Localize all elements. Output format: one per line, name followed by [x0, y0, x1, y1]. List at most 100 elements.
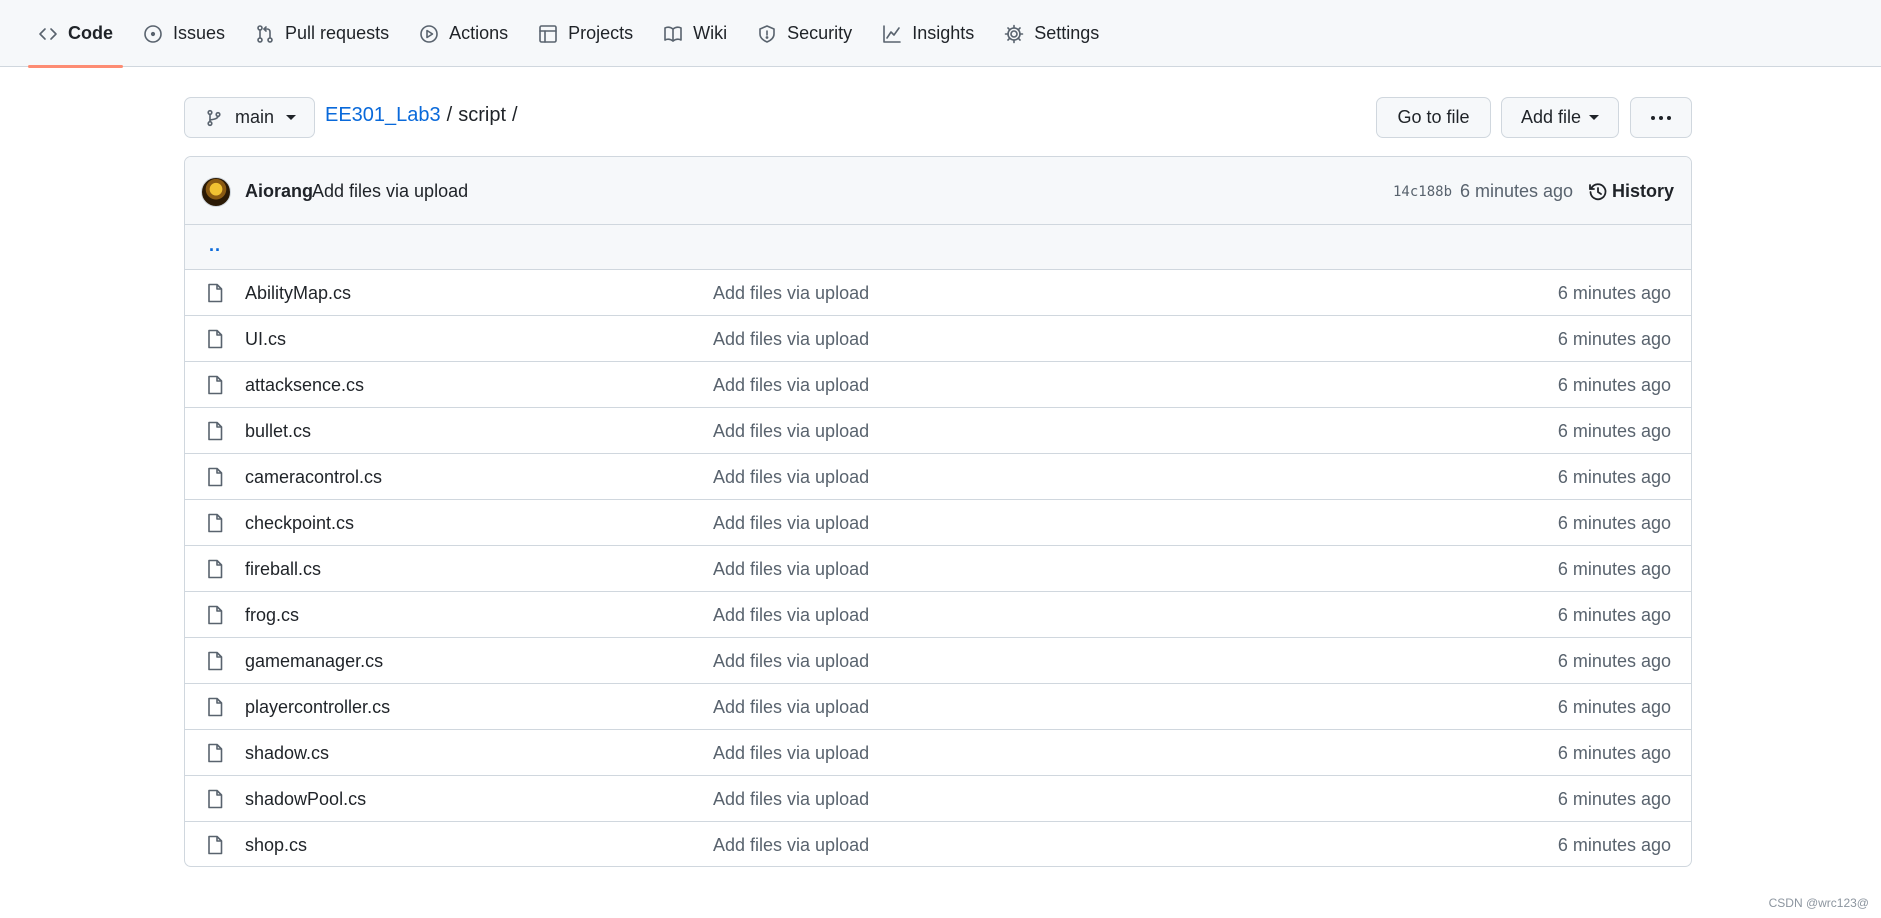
- file-commit-message[interactable]: Add files via upload: [713, 375, 869, 396]
- commit-sha[interactable]: 14c188b: [1393, 184, 1452, 200]
- tab-settings[interactable]: Settings: [994, 0, 1109, 67]
- file-commit-time: 6 minutes ago: [1557, 697, 1671, 717]
- branch-icon: [207, 109, 221, 126]
- repo-nav: Code Issues Pull requests Actions Projec…: [0, 0, 1881, 68]
- tab-insights-label: Insights: [912, 23, 975, 43]
- tab-projects[interactable]: Projects: [528, 0, 643, 67]
- tab-security-label: Security: [787, 23, 853, 43]
- repo-nav-list: Code Issues Pull requests Actions Projec…: [28, 0, 1109, 68]
- file-commit-message[interactable]: Add files via upload: [713, 651, 869, 672]
- breadcrumb-repo-link[interactable]: EE301_Lab3: [325, 104, 441, 127]
- breadcrumb: EE301_Lab3 / script /: [325, 104, 524, 127]
- file-name-link[interactable]: shop.cs: [245, 835, 307, 856]
- file-commit-message[interactable]: Add files via upload: [713, 467, 869, 488]
- parent-directory-row[interactable]: ..: [185, 225, 1691, 270]
- tab-wiki[interactable]: Wiki: [653, 0, 737, 67]
- table-icon: [538, 24, 558, 44]
- file-icon: [206, 651, 224, 671]
- file-commit-message[interactable]: Add files via upload: [713, 513, 869, 534]
- file-icon: [206, 375, 224, 395]
- file-row[interactable]: attacksence.cs Add files via upload 6 minu…: [185, 362, 1691, 408]
- commit-message[interactable]: Add files via upload: [312, 181, 468, 202]
- branch-selector-button[interactable]: main: [184, 97, 315, 138]
- file-commit-message[interactable]: Add files via upload: [713, 697, 869, 718]
- file-commit-time: 6 minutes ago: [1557, 467, 1671, 487]
- gear-icon: [1004, 24, 1024, 44]
- commit-author[interactable]: Aiorang: [245, 181, 313, 202]
- tab-settings-label: Settings: [1034, 23, 1100, 43]
- file-list: AbilityMap.cs Add files via upload 6 minut…: [185, 270, 1691, 866]
- file-name-link[interactable]: checkpoint.cs: [245, 513, 354, 534]
- tab-code-label: Code: [68, 23, 113, 43]
- file-name-link[interactable]: playercontroller.cs: [245, 697, 390, 718]
- file-commit-message[interactable]: Add files via upload: [713, 421, 869, 442]
- file-commit-message[interactable]: Add files via upload: [713, 605, 869, 626]
- file-commit-time: 6 minutes ago: [1557, 835, 1671, 855]
- graph-icon: [882, 24, 902, 44]
- file-commit-time: 6 minutes ago: [1557, 789, 1671, 809]
- tab-insights[interactable]: Insights: [872, 0, 984, 67]
- tab-pull-requests[interactable]: Pull requests: [245, 0, 399, 67]
- file-commit-message[interactable]: Add files via upload: [713, 283, 869, 304]
- chevron-down-icon: [1589, 115, 1600, 120]
- latest-commit-bar: Aiorang Add files via upload 14c188b 6 m…: [185, 157, 1691, 225]
- history-button[interactable]: History: [1588, 181, 1674, 202]
- tab-projects-label: Projects: [568, 23, 634, 43]
- file-commit-time: 6 minutes ago: [1557, 605, 1671, 625]
- file-name-link[interactable]: shadowPool.cs: [245, 789, 366, 810]
- file-row[interactable]: shop.cs Add files via upload 6 minutes ago: [185, 822, 1691, 866]
- file-name-link[interactable]: frog.cs: [245, 605, 299, 626]
- file-row[interactable]: shadowPool.cs Add files via upload 6 minut…: [185, 776, 1691, 822]
- file-row[interactable]: playercontroller.cs Add files via upload 6…: [185, 684, 1691, 730]
- chevron-down-icon: [286, 115, 297, 120]
- book-icon: [663, 24, 683, 44]
- file-icon: [206, 421, 224, 441]
- tab-actions[interactable]: Actions: [409, 0, 518, 67]
- parent-directory-link[interactable]: ..: [209, 235, 221, 256]
- file-commit-time: 6 minutes ago: [1557, 743, 1671, 763]
- breadcrumb-separator: /: [446, 104, 453, 126]
- code-icon: [38, 24, 58, 44]
- file-commit-message[interactable]: Add files via upload: [713, 559, 869, 580]
- kebab-horizontal-icon: [1651, 115, 1671, 120]
- issue-icon: [143, 24, 163, 44]
- file-name-link[interactable]: AbilityMap.cs: [245, 283, 351, 304]
- tab-code[interactable]: Code: [28, 0, 123, 68]
- file-commit-message[interactable]: Add files via upload: [713, 789, 869, 810]
- file-row[interactable]: gamemanager.cs Add files via upload 6 minu…: [185, 638, 1691, 684]
- file-name-link[interactable]: shadow.cs: [245, 743, 329, 764]
- file-row[interactable]: shadow.cs Add files via upload 6 minutes a…: [185, 730, 1691, 776]
- add-file-button[interactable]: Add file: [1501, 97, 1619, 138]
- tab-issues[interactable]: Issues: [133, 0, 235, 67]
- more-options-button[interactable]: [1630, 97, 1692, 138]
- file-name-link[interactable]: gamemanager.cs: [245, 651, 383, 672]
- tab-issues-label: Issues: [173, 23, 226, 43]
- file-commit-message[interactable]: Add files via upload: [713, 743, 869, 764]
- breadcrumb-trailing-separator: /: [512, 104, 518, 126]
- tab-security[interactable]: Security: [747, 0, 862, 67]
- file-commit-time: 6 minutes ago: [1557, 329, 1671, 349]
- file-commit-message[interactable]: Add files via upload: [713, 835, 869, 856]
- add-file-label: Add file: [1520, 107, 1582, 127]
- file-name-link[interactable]: cameracontrol.cs: [245, 467, 382, 488]
- file-row[interactable]: cameracontrol.cs Add files via upload 6 mi…: [185, 454, 1691, 500]
- go-to-file-button[interactable]: Go to file: [1376, 97, 1491, 138]
- file-row[interactable]: checkpoint.cs Add files via upload 6 minut…: [185, 500, 1691, 546]
- go-to-file-label: Go to file: [1397, 107, 1470, 127]
- file-row[interactable]: AbilityMap.cs Add files via upload 6 minut…: [185, 270, 1691, 316]
- file-row[interactable]: frog.cs Add files via upload 6 minutes ago: [185, 592, 1691, 638]
- avatar[interactable]: [201, 177, 231, 207]
- file-commit-time: 6 minutes ago: [1557, 559, 1671, 579]
- tab-actions-label: Actions: [449, 23, 509, 43]
- file-commit-time: 6 minutes ago: [1557, 651, 1671, 671]
- file-name-link[interactable]: attacksence.cs: [245, 375, 364, 396]
- file-commit-time: 6 minutes ago: [1557, 375, 1671, 395]
- file-icon: [206, 559, 224, 579]
- file-row[interactable]: UI.cs Add files via upload 6 minutes ago: [185, 316, 1691, 362]
- file-name-link[interactable]: UI.cs: [245, 329, 286, 350]
- file-name-link[interactable]: bullet.cs: [245, 421, 311, 442]
- file-commit-message[interactable]: Add files via upload: [713, 329, 869, 350]
- file-row[interactable]: fireball.cs Add files via upload 6 minutes…: [185, 546, 1691, 592]
- file-name-link[interactable]: fireball.cs: [245, 559, 321, 580]
- file-row[interactable]: bullet.cs Add files via upload 6 minutes a…: [185, 408, 1691, 454]
